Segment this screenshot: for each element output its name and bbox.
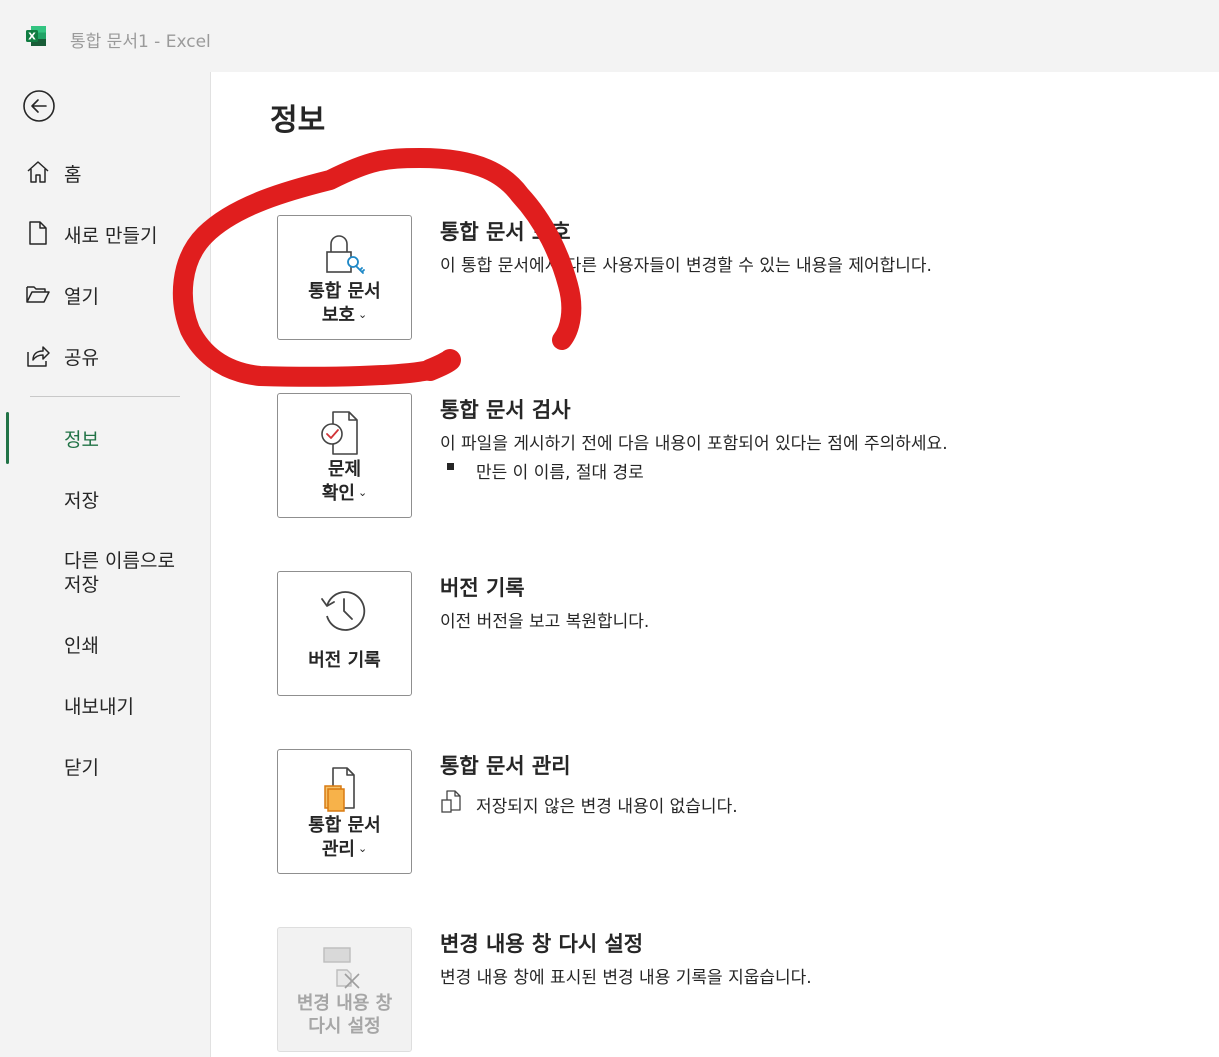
protect-workbook-button[interactable]: 통합 문서 보호 ⌄: [277, 215, 412, 340]
tile-label-line1: 통합 문서: [308, 815, 381, 836]
document-stack-icon: [441, 790, 461, 813]
nav-label: 새로 만들기: [64, 225, 158, 247]
nav-open[interactable]: 열기: [0, 281, 205, 311]
chevron-down-icon: ⌄: [357, 308, 368, 321]
share-icon: [27, 346, 50, 367]
manage-title: 통합 문서 관리: [440, 754, 571, 778]
inspect-bullet: 만든 이 이름, 절대 경로: [476, 463, 644, 483]
nav-new[interactable]: 새로 만들기: [0, 220, 205, 250]
open-folder-icon: [26, 286, 50, 303]
reset-pane-button[interactable]: 변경 내용 창 다시 설정: [277, 927, 412, 1052]
bullet-icon: [447, 463, 454, 470]
version-history-button[interactable]: 버전 기록: [277, 571, 412, 696]
back-arrow-icon[interactable]: [22, 89, 56, 123]
new-document-icon: [29, 221, 47, 245]
nav-home[interactable]: 홈: [0, 159, 205, 189]
history-clock-icon: [321, 591, 366, 631]
history-desc: 이전 버전을 보고 복원합니다.: [440, 612, 650, 632]
nav-info[interactable]: 정보: [64, 428, 194, 452]
manage-documents-icon: [324, 767, 355, 812]
document-check-icon: [321, 411, 358, 455]
nav-label: 홈: [64, 164, 82, 186]
tile-label-line1: 문제: [327, 459, 362, 480]
nav-save[interactable]: 저장: [64, 489, 194, 513]
inspect-title: 통합 문서 검사: [440, 398, 571, 422]
protect-title: 통합 문서 보호: [440, 220, 571, 244]
nav-export[interactable]: 내보내기: [64, 695, 194, 719]
tile-label: 버전 기록: [278, 649, 411, 672]
manage-workbook-button[interactable]: 통합 문서 관리 ⌄: [277, 749, 412, 874]
window-title: 통합 문서1 - Excel: [70, 32, 211, 52]
nav-save-as[interactable]: 다른 이름으로 저장: [64, 549, 194, 597]
tile-label-line2: 보호: [321, 305, 355, 326]
nav-close[interactable]: 닫기: [64, 756, 194, 780]
chevron-down-icon: ⌄: [357, 486, 368, 499]
tile-label: 통합 문서 보호 ⌄: [278, 280, 411, 327]
tile-label: 변경 내용 창 다시 설정: [278, 992, 411, 1038]
tile-label: 통합 문서 관리 ⌄: [278, 814, 411, 861]
manage-desc: 저장되지 않은 변경 내용이 없습니다.: [476, 797, 738, 817]
nav-active-indicator: [6, 412, 9, 464]
tile-label-line1: 변경 내용 창: [296, 993, 393, 1014]
tile-label-line2: 관리: [321, 839, 355, 860]
tile-label-line2: 확인: [321, 483, 355, 504]
page-title: 정보: [270, 103, 326, 138]
history-title: 버전 기록: [440, 576, 525, 600]
nav-divider: [30, 396, 180, 397]
protect-desc: 이 통합 문서에서 다른 사용자들이 변경할 수 있는 내용을 제어합니다.: [440, 256, 932, 276]
nav-label: 공유: [64, 347, 99, 369]
lock-key-icon: [326, 235, 365, 274]
tile-label-line2: 다시 설정: [308, 1016, 381, 1037]
reset-pane-icon: [323, 947, 360, 989]
chevron-down-icon: ⌄: [357, 842, 368, 855]
tile-label-line1: 통합 문서: [308, 281, 381, 302]
svg-text:X: X: [28, 32, 36, 43]
home-icon: [27, 161, 49, 183]
check-issues-button[interactable]: 문제 확인 ⌄: [277, 393, 412, 518]
nav-label: 열기: [64, 286, 99, 308]
tile-label-line1: 버전 기록: [308, 650, 381, 671]
tile-label: 문제 확인 ⌄: [278, 458, 411, 505]
nav-print[interactable]: 인쇄: [64, 634, 194, 658]
nav-share[interactable]: 공유: [0, 342, 205, 372]
reset-title: 변경 내용 창 다시 설정: [440, 932, 644, 956]
reset-desc: 변경 내용 창에 표시된 변경 내용 기록을 지웁습니다.: [440, 968, 812, 988]
title-bar: X 통합 문서1 - Excel: [0, 0, 1219, 72]
excel-logo-icon: X: [26, 26, 46, 46]
inspect-desc: 이 파일을 게시하기 전에 다음 내용이 포함되어 있다는 점에 주의하세요.: [440, 434, 948, 454]
